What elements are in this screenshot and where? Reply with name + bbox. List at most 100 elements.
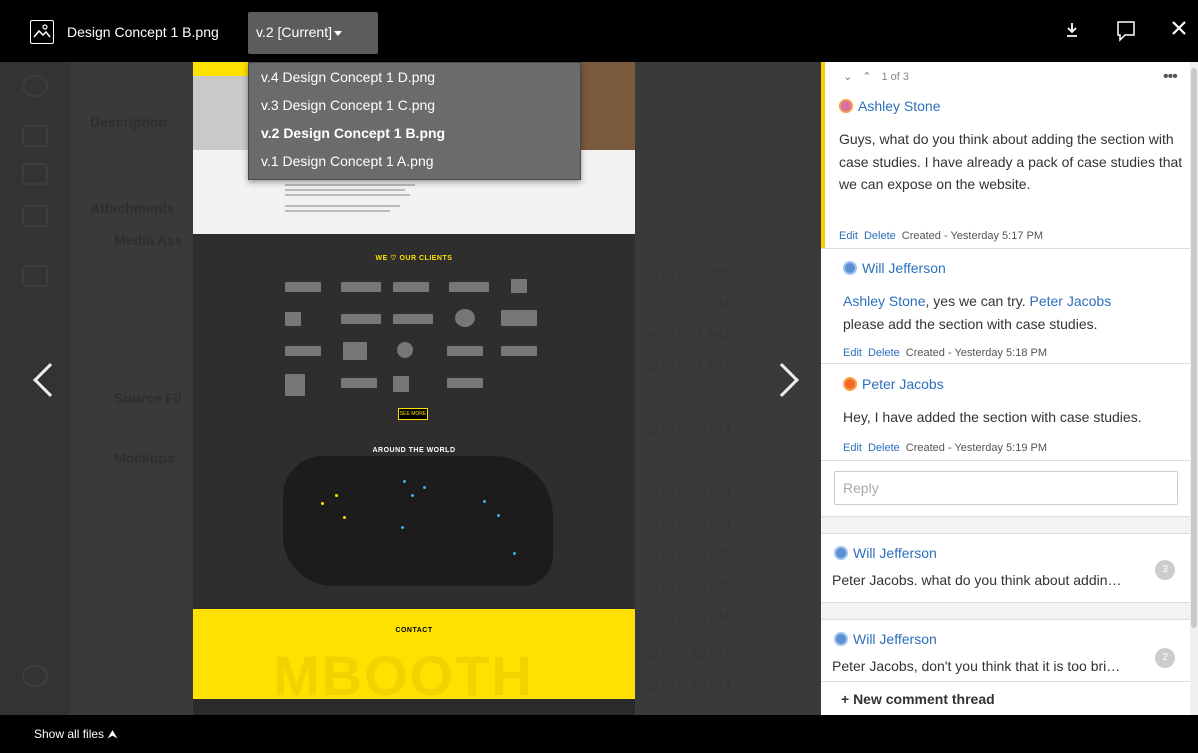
reply-input[interactable]: Reply [834, 471, 1178, 505]
text-line [285, 194, 410, 196]
map-marker [335, 494, 338, 497]
download-icon[interactable] [1064, 22, 1080, 43]
avatar [839, 99, 853, 113]
version-item[interactable]: v.3 Design Concept 1 C.png [249, 91, 580, 119]
show-all-files-button[interactable]: Show all files ⮝ [34, 727, 118, 742]
client-logo [501, 346, 537, 356]
preview-accent [193, 62, 253, 76]
comment-author[interactable]: Ashley Stone [839, 98, 941, 114]
edit-link[interactable]: Edit [839, 230, 858, 242]
mention-link[interactable]: Ashley Stone [843, 293, 926, 309]
map-marker [497, 514, 500, 517]
clients-heading: WE ♡ OUR CLIENTS [375, 255, 453, 262]
comment-author[interactable]: Will Jefferson [843, 260, 946, 276]
client-logo [285, 346, 321, 356]
thread-preview[interactable]: Peter Jacobs, don't you think that it is… [832, 658, 1120, 674]
map-marker [343, 516, 346, 519]
text-line [285, 184, 415, 186]
client-logo [341, 314, 381, 324]
world-map [283, 456, 553, 586]
author-name[interactable]: Ashley Stone [858, 98, 941, 114]
contact-heading: CONTACT [395, 627, 433, 634]
version-item[interactable]: v.4 Design Concept 1 D.png [249, 63, 580, 91]
edit-link[interactable]: Edit [843, 347, 862, 359]
comment-meta: Edit Delete Created - Yesterday 5:18 PM [843, 347, 1047, 359]
reply-count-badge: 3 [1155, 560, 1175, 580]
comments-panel: ⌄ ⌃ 1 of 3 ••• Ashley Stone Guys, what do … [821, 62, 1198, 715]
more-options-icon[interactable]: ••• [1163, 68, 1178, 86]
chevron-down-icon [334, 30, 342, 36]
thread-separator [821, 602, 1190, 620]
client-logo [449, 282, 489, 292]
client-logo [285, 312, 301, 326]
comment-body: Ashley Stone, yes we can try. Peter Jaco… [843, 290, 1183, 335]
created-time: Created - Yesterday 5:19 PM [905, 442, 1048, 454]
see-more-button: SEE MORE [398, 408, 428, 420]
created-time: Created - Yesterday 5:18 PM [905, 347, 1048, 359]
preview-clients-section: WE ♡ OUR CLIENTS SEE MORE AROUND THE WOR… [193, 234, 635, 609]
map-marker [401, 526, 404, 529]
thread-author[interactable]: Will Jefferson [834, 545, 937, 561]
delete-link[interactable]: Delete [868, 442, 900, 454]
version-item-current[interactable]: v.2 Design Concept 1 B.png [249, 119, 580, 147]
scrollbar[interactable] [1190, 62, 1198, 715]
author-name[interactable]: Will Jefferson [853, 545, 937, 561]
comment-text: , yes we can try. [925, 293, 1030, 309]
scrollbar-thumb[interactable] [1191, 68, 1197, 628]
world-heading: AROUND THE WORLD [372, 447, 456, 454]
thread-pager: ⌄ ⌃ 1 of 3 [843, 70, 909, 83]
delete-link[interactable]: Delete [868, 347, 900, 359]
close-icon[interactable] [1171, 20, 1187, 41]
thread-author[interactable]: Will Jefferson [834, 631, 937, 647]
client-logo [393, 376, 409, 392]
viewer-topbar: Design Concept 1 B.png v.2 [Current] [0, 0, 1198, 62]
map-marker [403, 480, 406, 483]
file-name: Design Concept 1 B.png [67, 24, 219, 40]
chevron-down-icon[interactable]: ⌄ [843, 70, 852, 83]
comment-body: Hey, I have added the section with case … [843, 409, 1142, 425]
client-logo [341, 282, 381, 292]
comment-author[interactable]: Peter Jacobs [843, 376, 944, 392]
text-line [285, 210, 390, 212]
divider [821, 248, 1190, 249]
thread-separator [821, 516, 1190, 534]
client-logo [511, 279, 527, 293]
client-logo [393, 314, 433, 324]
comment-meta: Edit Delete Created - Yesterday 5:17 PM [839, 230, 1043, 242]
author-name[interactable]: Peter Jacobs [862, 376, 944, 392]
comment-meta: Edit Delete Created - Yesterday 5:19 PM [843, 442, 1047, 454]
pager-count: 1 of 3 [881, 71, 909, 83]
author-name[interactable]: Will Jefferson [862, 260, 946, 276]
thread-preview[interactable]: Peter Jacobs. what do you think about ad… [832, 572, 1122, 588]
image-file-icon [30, 20, 54, 44]
new-comment-thread-button[interactable]: + New comment thread [821, 681, 1190, 715]
client-logo [447, 346, 483, 356]
map-marker [513, 552, 516, 555]
comment-text: please add the section with case studies… [843, 315, 1098, 332]
version-menu: v.4 Design Concept 1 D.png v.3 Design Co… [248, 62, 581, 180]
version-item[interactable]: v.1 Design Concept 1 A.png [249, 147, 580, 175]
author-name[interactable]: Will Jefferson [853, 631, 937, 647]
version-dropdown-button[interactable]: v.2 [Current] [248, 12, 378, 54]
comment-icon[interactable] [1116, 20, 1136, 47]
reply-count-badge: 2 [1155, 648, 1175, 668]
avatar [843, 377, 857, 391]
divider [821, 460, 1190, 461]
avatar [843, 261, 857, 275]
client-logo [393, 282, 429, 292]
map-marker [483, 500, 486, 503]
client-logo [285, 374, 305, 396]
avatar [834, 546, 848, 560]
delete-link[interactable]: Delete [864, 230, 896, 242]
viewer-bottombar: Show all files ⮝ [0, 715, 1198, 753]
client-logo [447, 378, 483, 388]
client-logo [341, 378, 377, 388]
map-marker [423, 486, 426, 489]
edit-link[interactable]: Edit [843, 442, 862, 454]
map-marker [411, 494, 414, 497]
chevron-up-icon[interactable]: ⌃ [862, 70, 871, 83]
mention-link[interactable]: Peter Jacobs [1030, 293, 1112, 309]
divider [821, 363, 1190, 364]
created-time: Created - Yesterday 5:17 PM [901, 230, 1044, 242]
text-line [285, 205, 400, 207]
